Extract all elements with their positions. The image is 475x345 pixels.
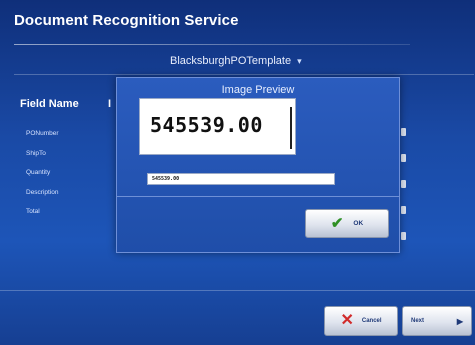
footer-divider (0, 290, 475, 291)
preview-value: 545539.00 (150, 113, 263, 137)
template-divider (14, 74, 474, 75)
preview-cursor (290, 107, 292, 149)
checkmark-icon: ✔ (330, 215, 344, 232)
title-divider (14, 44, 410, 45)
row-handle[interactable] (401, 128, 406, 136)
x-icon: ✕ (340, 312, 354, 329)
field-item: Total (26, 208, 40, 215)
field-item: ShipTo (26, 149, 46, 157)
dialog-divider (117, 196, 399, 197)
row-handle[interactable] (401, 154, 406, 162)
dialog-title: Image Preview (221, 84, 295, 96)
ok-button-label: OK (353, 220, 364, 227)
ok-button[interactable]: ✔ OK (305, 209, 389, 238)
template-selector[interactable]: BlacksburghPOTemplate ▾ (170, 52, 302, 70)
field-list: PONumber ShipTo Quantity Description Tot… (26, 128, 59, 226)
recognized-value-input[interactable]: 545539.00 (147, 173, 335, 185)
row-handle[interactable] (401, 180, 406, 188)
cancel-button[interactable]: ✕ Cancel (324, 306, 398, 336)
next-button[interactable]: Next ▶ (402, 306, 472, 336)
next-button-label: Next (411, 318, 425, 324)
field-name-header: Field Name (20, 98, 79, 110)
arrow-right-icon: ▶ (456, 316, 463, 326)
field-item: Description (26, 188, 59, 196)
field-value-header: I (108, 98, 112, 110)
field-item: PONumber (26, 130, 59, 137)
row-handle[interactable] (401, 206, 406, 214)
cancel-button-label: Cancel (361, 318, 382, 324)
field-row-handles (401, 128, 406, 258)
template-selected-label: BlacksburghPOTemplate (170, 55, 292, 67)
image-preview-dialog: Image Preview 545539.00 545539.00 ✔ OK (116, 77, 400, 253)
chevron-down-icon: ▾ (297, 55, 302, 66)
row-handle[interactable] (401, 232, 406, 240)
image-preview: 545539.00 (139, 98, 296, 155)
app-title: Document Recognition Service (14, 12, 239, 29)
field-item: Quantity (26, 169, 51, 176)
